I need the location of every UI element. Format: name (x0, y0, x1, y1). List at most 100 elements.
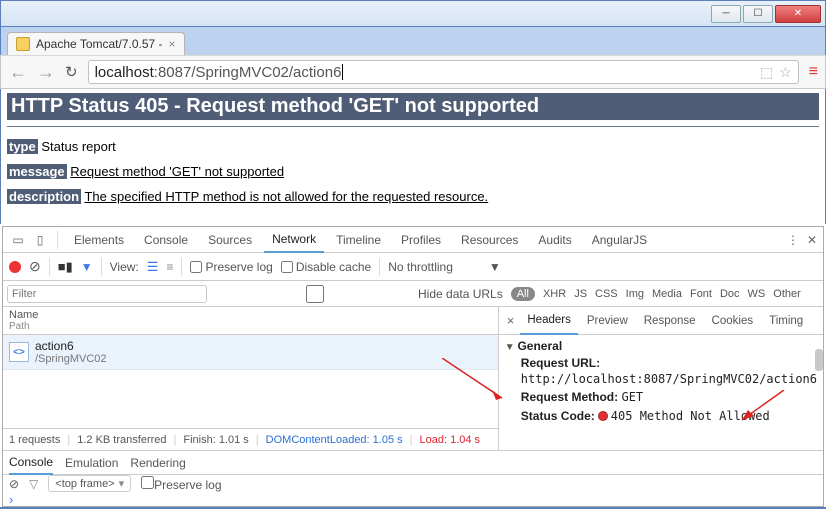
chrome-menu-icon[interactable]: ≡ (809, 63, 817, 81)
message-value: Request method 'GET' not supported (70, 164, 284, 179)
translate-icon[interactable]: ⬚ (760, 64, 773, 81)
detail-close-icon[interactable]: × (503, 313, 519, 328)
filter-css[interactable]: CSS (595, 288, 618, 300)
filter-icon[interactable]: ▼ (81, 260, 93, 274)
close-window-button[interactable]: ✕ (775, 5, 821, 23)
summary-dcl: DOMContentLoaded: 1.05 s (266, 434, 403, 446)
tab-console[interactable]: Console (136, 227, 196, 253)
network-filter-bar: Hide data URLs All XHR JS CSS Img Media … (3, 281, 823, 307)
tab-title: Apache Tomcat/7.0.57 - (36, 37, 163, 51)
document-icon: <> (9, 342, 29, 362)
reload-button[interactable]: ↻ (65, 63, 78, 81)
message-label: message (7, 164, 67, 179)
description-label: description (7, 189, 81, 204)
bookmark-star-icon[interactable]: ☆ (779, 64, 792, 81)
separator (49, 258, 50, 276)
tab-sources[interactable]: Sources (200, 227, 260, 253)
devtools-close-icon[interactable]: ✕ (807, 233, 817, 247)
capture-screenshot-icon[interactable]: ■▮ (58, 259, 73, 275)
tab-elements[interactable]: Elements (66, 227, 132, 253)
clear-button[interactable]: ⊘ (29, 258, 41, 275)
drawer-tab-console[interactable]: Console (9, 451, 53, 475)
detail-tab-response[interactable]: Response (637, 307, 703, 335)
drawer-tabbar: Console Emulation Rendering (3, 451, 823, 475)
drawer-tab-emulation[interactable]: Emulation (65, 451, 118, 475)
devtools-more-icon[interactable]: ⋮ (787, 233, 799, 247)
console-toolbar: ⊘ ▽ <top frame> ▾ Preserve log (3, 475, 823, 492)
devtools-panel: ▭ ▯ Elements Console Sources Network Tim… (2, 226, 824, 507)
divider (7, 126, 819, 127)
browser-toolbar: ← → ↻ localhost:8087/SpringMVC02/action6… (0, 55, 826, 89)
browser-tab[interactable]: Apache Tomcat/7.0.57 - × (7, 32, 185, 55)
request-row[interactable]: <> action6 /SpringMVC02 (3, 335, 498, 370)
filter-ws[interactable]: WS (748, 288, 766, 300)
tab-profiles[interactable]: Profiles (393, 227, 449, 253)
general-section: General (505, 339, 817, 353)
description-value: The specified HTTP method is not allowed… (84, 189, 488, 204)
console-preserve-log-checkbox[interactable]: Preserve log (141, 476, 221, 492)
tab-network[interactable]: Network (264, 227, 324, 253)
filter-media[interactable]: Media (652, 288, 682, 300)
page-content: HTTP Status 405 - Request method 'GET' n… (0, 89, 826, 224)
drawer-tab-rendering[interactable]: Rendering (130, 451, 185, 475)
request-detail: × Headers Preview Response Cookies Timin… (499, 307, 823, 450)
filter-input[interactable] (7, 285, 207, 303)
request-url-row: Request URL: http://localhost:8087/Sprin… (521, 355, 817, 387)
record-button[interactable] (9, 261, 21, 273)
filter-js[interactable]: JS (574, 288, 587, 300)
type-label: type (7, 139, 38, 154)
disable-cache-checkbox[interactable]: Disable cache (281, 260, 371, 274)
col-name: Name (9, 309, 492, 321)
address-bar[interactable]: localhost:8087/SpringMVC02/action6 ⬚ ☆ (88, 60, 799, 84)
console-frame-select[interactable]: <top frame> ▾ (48, 475, 131, 492)
type-value: Status report (41, 139, 115, 154)
filter-doc[interactable]: Doc (720, 288, 740, 300)
message-line: message Request method 'GET' not support… (7, 164, 819, 179)
forward-button[interactable]: → (37, 62, 55, 83)
back-button[interactable]: ← (9, 62, 27, 83)
throttling-select[interactable]: No throttling▼ (388, 260, 501, 274)
detail-tab-timing[interactable]: Timing (762, 307, 810, 335)
maximize-button[interactable]: ☐ (743, 5, 773, 23)
inspect-element-icon[interactable]: ▭ (9, 233, 27, 247)
detail-tab-cookies[interactable]: Cookies (705, 307, 761, 335)
preserve-log-checkbox[interactable]: Preserve log (190, 260, 272, 274)
request-name-cell: action6 /SpringMVC02 (35, 339, 107, 365)
hide-data-urls-checkbox[interactable]: Hide data URLs (215, 285, 503, 303)
console-clear-icon[interactable]: ⊘ (9, 477, 19, 491)
separator (379, 258, 380, 276)
view-small-icon[interactable]: ≡ (166, 260, 173, 274)
request-path: /SpringMVC02 (35, 353, 107, 365)
devtools-tabbar: ▭ ▯ Elements Console Sources Network Tim… (3, 227, 823, 253)
minimize-button[interactable]: ─ (711, 5, 741, 23)
tab-angularjs[interactable]: AngularJS (584, 227, 655, 253)
scrollbar-thumb[interactable] (815, 349, 823, 371)
devtools-right-controls: ⋮ ✕ (787, 233, 817, 247)
summary-finish: Finish: 1.01 s (183, 434, 248, 446)
device-mode-icon[interactable]: ▯ (31, 233, 49, 247)
view-large-icon[interactable]: ☰ (147, 259, 159, 275)
summary-requests: 1 requests (9, 434, 60, 446)
console-prompt[interactable]: › (3, 492, 823, 507)
filter-img[interactable]: Img (626, 288, 644, 300)
filter-all[interactable]: All (511, 287, 535, 301)
separator (181, 258, 182, 276)
url-host: localhost (95, 64, 154, 81)
filter-font[interactable]: Font (690, 288, 712, 300)
tab-close-icon[interactable]: × (169, 37, 176, 51)
tab-resources[interactable]: Resources (453, 227, 526, 253)
detail-tab-headers[interactable]: Headers (520, 307, 577, 335)
view-label: View: (110, 260, 139, 274)
filter-other[interactable]: Other (773, 288, 801, 300)
tomcat-favicon-icon (16, 37, 30, 51)
console-filter-icon[interactable]: ▽ (29, 477, 38, 491)
text-cursor (342, 64, 343, 80)
request-list-header: Name Path (3, 307, 498, 335)
tab-timeline[interactable]: Timeline (328, 227, 389, 253)
tab-audits[interactable]: Audits (530, 227, 579, 253)
url-port: :8087 (154, 64, 192, 81)
summary-load: Load: 1.04 s (420, 434, 481, 446)
filter-xhr[interactable]: XHR (543, 288, 566, 300)
detail-tab-preview[interactable]: Preview (580, 307, 635, 335)
window-titlebar: ─ ☐ ✕ (0, 0, 826, 27)
